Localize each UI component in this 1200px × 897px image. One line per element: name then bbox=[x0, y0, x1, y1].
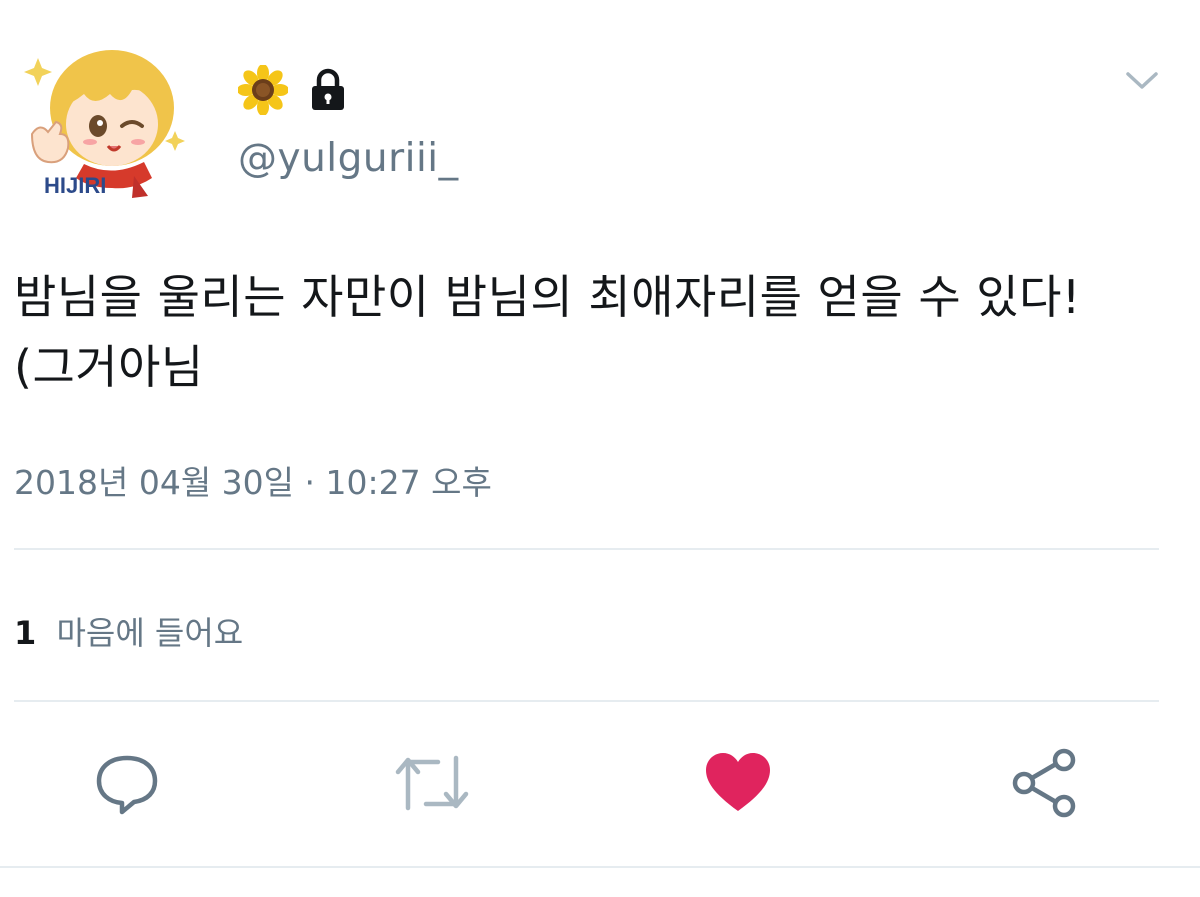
user-handle[interactable]: @yulguriii_ bbox=[238, 136, 459, 181]
likes-label: 마음에 들어요 bbox=[56, 614, 244, 652]
likes-stat[interactable]: 1 마음에 들어요 bbox=[14, 608, 243, 654]
avatar-name-text: HIJIRI bbox=[44, 173, 106, 198]
sunflower-icon bbox=[237, 64, 289, 119]
heart-icon bbox=[703, 751, 773, 819]
divider bbox=[14, 700, 1159, 702]
likes-count: 1 bbox=[14, 614, 37, 652]
divider bbox=[14, 548, 1159, 550]
divider bbox=[0, 866, 1200, 868]
tweet-timestamp[interactable]: 2018년 04월 30일 · 10:27 오후 bbox=[14, 456, 492, 504]
display-name[interactable] bbox=[237, 64, 348, 119]
lock-icon bbox=[308, 68, 348, 116]
like-button[interactable] bbox=[703, 750, 773, 820]
avatar[interactable]: HIJIRI bbox=[14, 38, 192, 198]
retweet-button[interactable] bbox=[394, 750, 470, 820]
share-button[interactable] bbox=[1010, 748, 1080, 822]
avatar-illustration: HIJIRI bbox=[24, 50, 185, 198]
reply-icon bbox=[94, 750, 160, 820]
reply-button[interactable] bbox=[92, 750, 162, 820]
retweet-icon bbox=[394, 750, 470, 820]
chevron-down-icon[interactable] bbox=[1122, 60, 1162, 100]
tweet-text: 밤님을 울리는 자만이 밤님의 최애자리를 얻을 수 있다! (그거아님 bbox=[14, 270, 1081, 394]
share-icon bbox=[1010, 748, 1080, 822]
